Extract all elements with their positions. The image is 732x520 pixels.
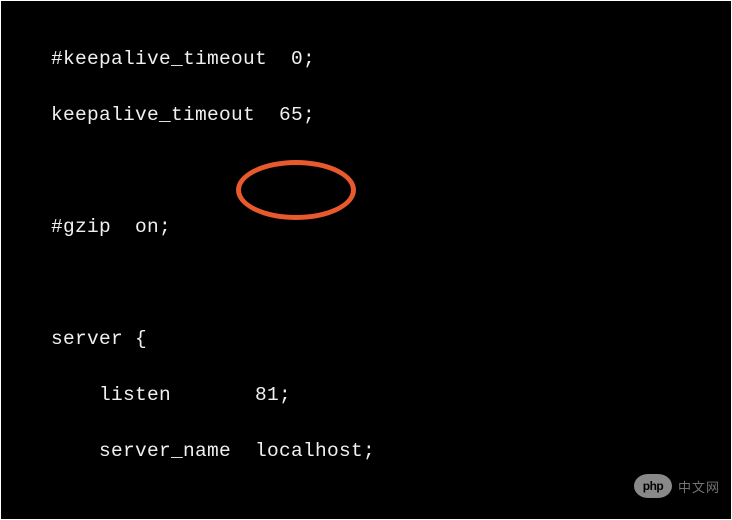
code-line: #gzip on; [51,213,731,241]
terminal-code-block: #keepalive_timeout 0; keepalive_timeout … [1,1,731,519]
watermark-logo-icon: php [634,474,672,498]
code-line: server { [51,325,731,353]
code-line: listen 81; [51,381,731,409]
watermark-text: 中文网 [678,477,720,496]
code-line: #keepalive_timeout 0; [51,45,731,73]
code-line [51,157,731,185]
code-line: server_name localhost; [51,437,731,465]
code-line [51,269,731,297]
code-line [51,493,731,520]
watermark: php 中文网 [634,474,720,498]
code-line: keepalive_timeout 65; [51,101,731,129]
